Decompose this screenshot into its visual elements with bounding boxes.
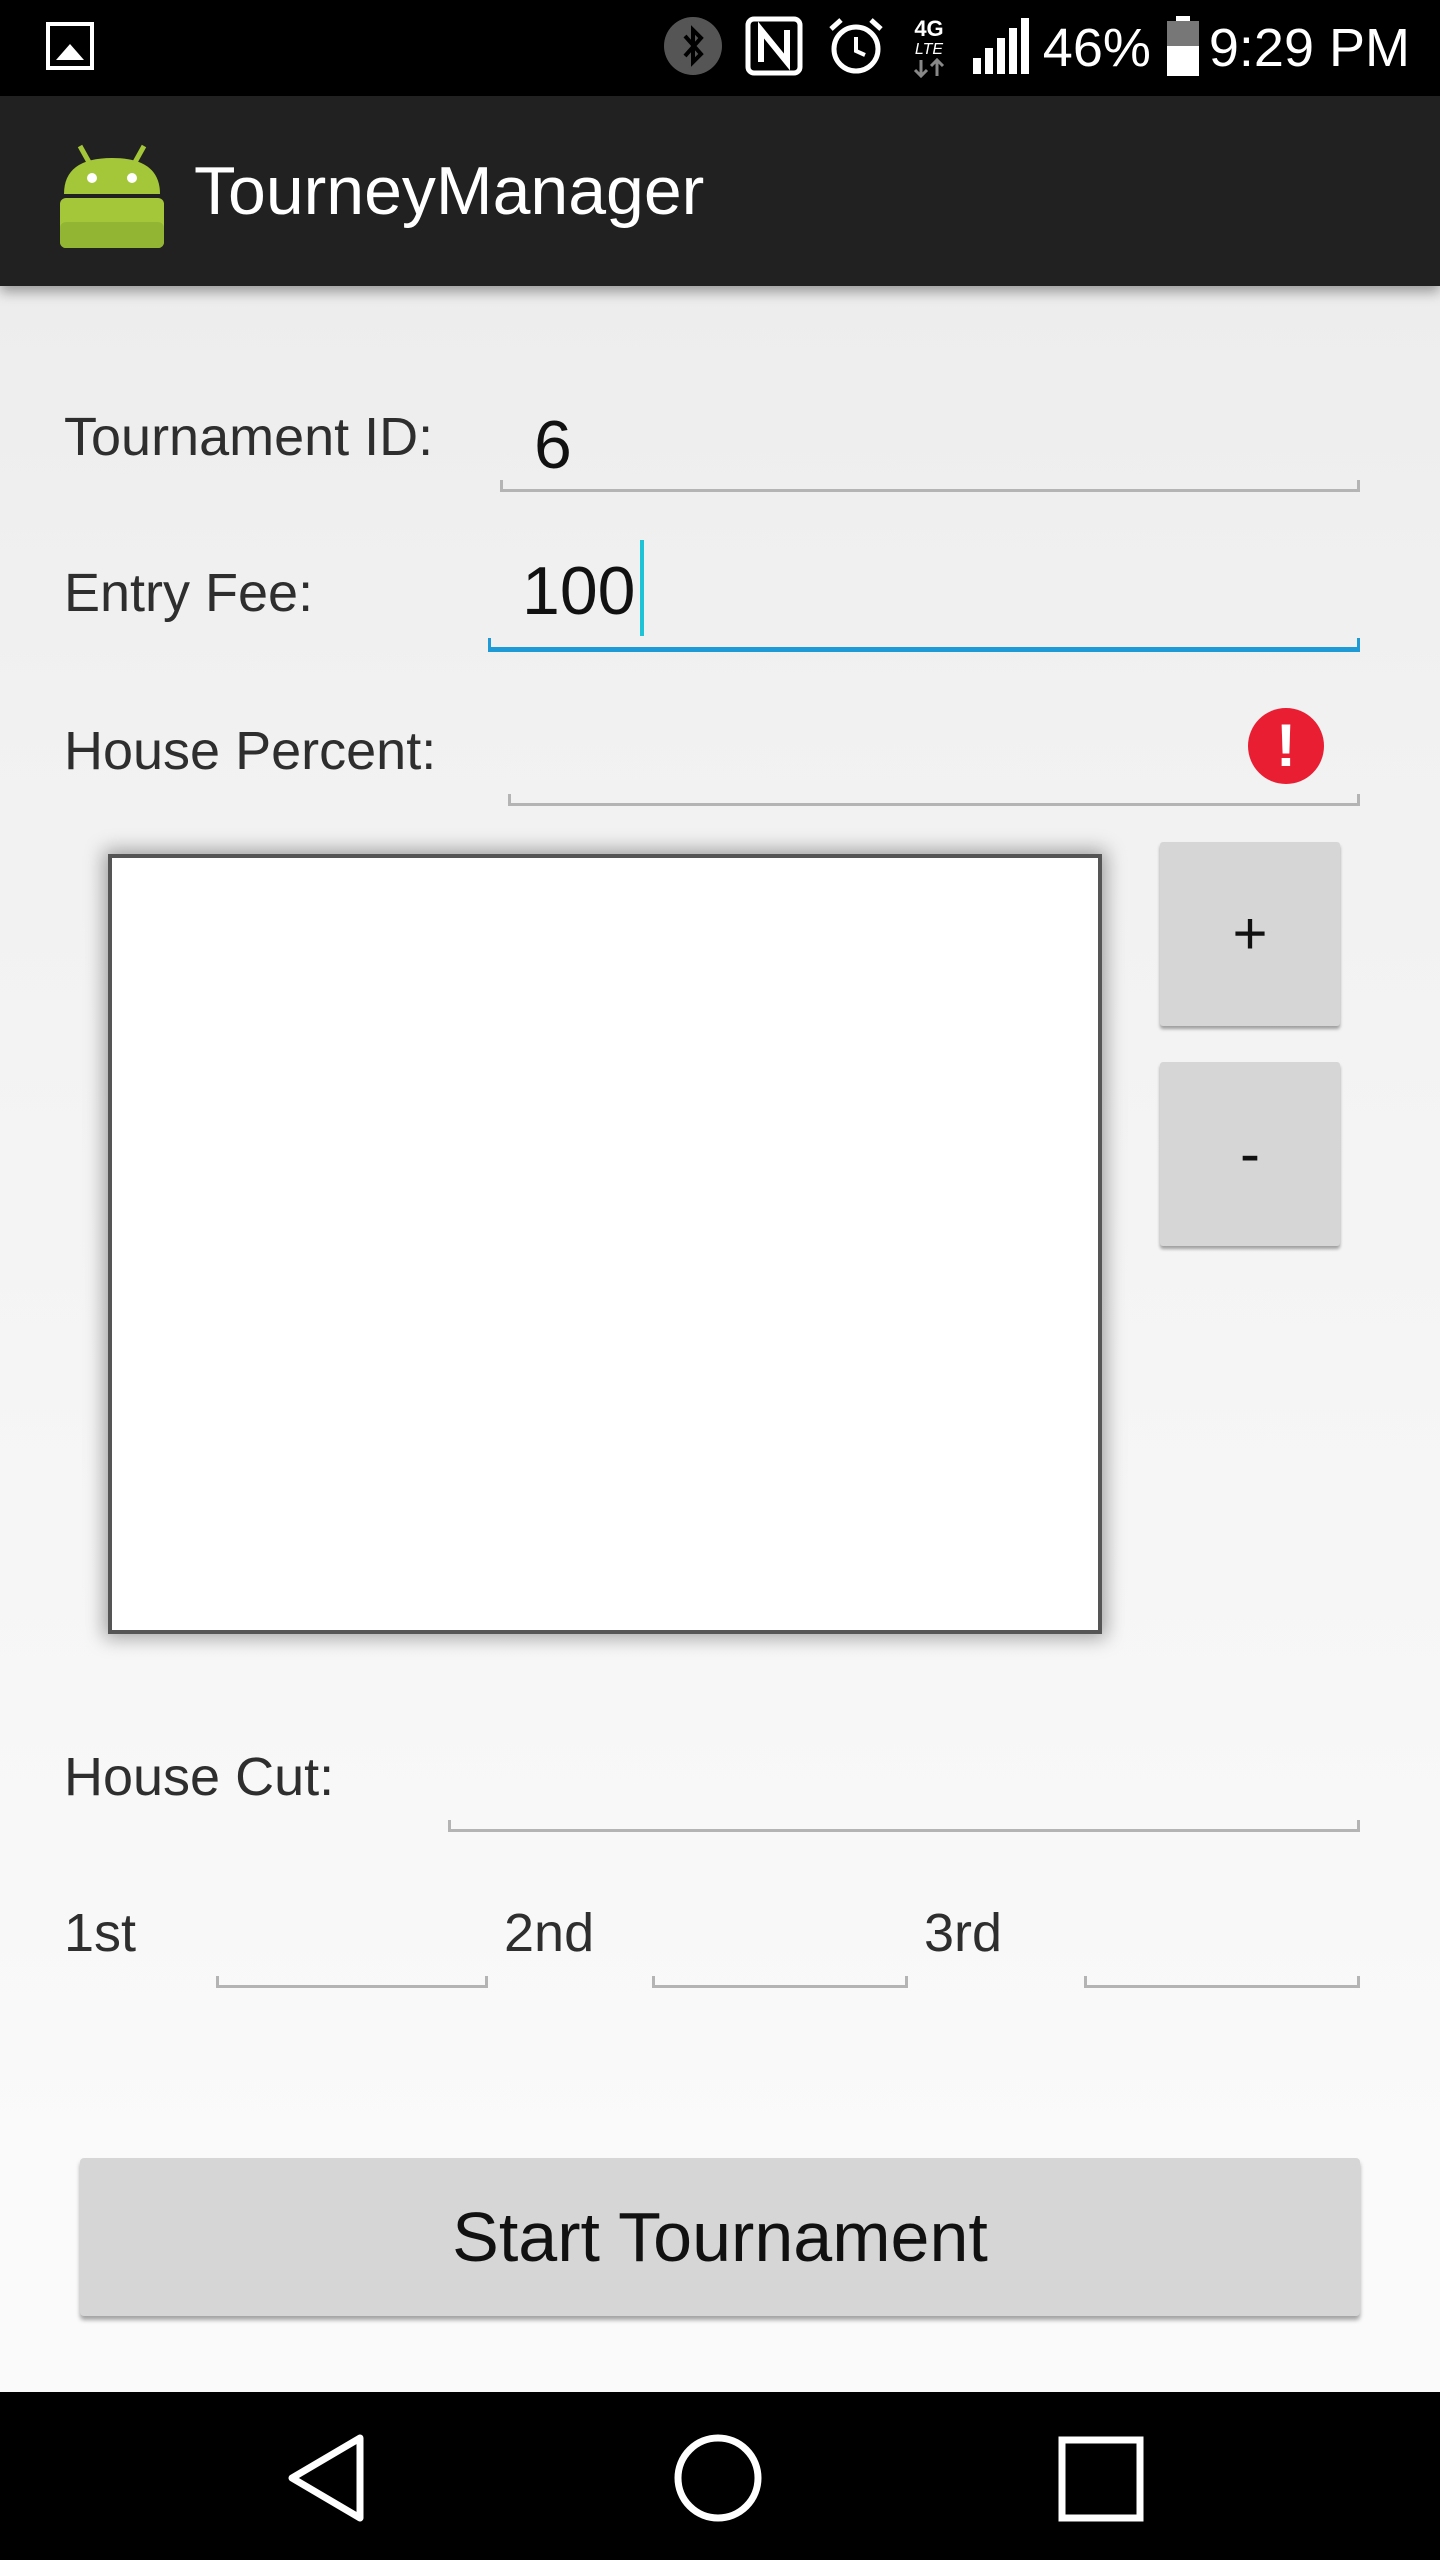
remove-button[interactable]: - xyxy=(1160,1062,1340,1246)
second-place-input[interactable] xyxy=(652,1892,908,1988)
entry-fee-input[interactable]: 100 xyxy=(488,540,1360,652)
tournament-id-input[interactable]: 6 xyxy=(500,400,1360,492)
navigation-bar xyxy=(0,2392,1440,2560)
entry-fee-value: 100 xyxy=(522,553,636,629)
status-bar: 4G LTE 46% 9:29 PM xyxy=(0,0,1440,96)
home-icon[interactable] xyxy=(670,2430,766,2531)
add-button[interactable]: + xyxy=(1160,842,1340,1026)
start-tournament-button[interactable]: Start Tournament xyxy=(80,2158,1360,2316)
second-place-label: 2nd xyxy=(504,1903,595,1963)
svg-text:4G: 4G xyxy=(914,16,943,41)
status-icons: 4G LTE 46% 9:29 PM xyxy=(641,14,1410,82)
house-percent-label: House Percent: xyxy=(64,721,437,781)
bluetooth-icon xyxy=(663,16,723,81)
recents-icon[interactable] xyxy=(1054,2432,1150,2533)
nfc-icon xyxy=(745,16,803,81)
house-cut-label: House Cut: xyxy=(64,1747,335,1807)
battery-icon xyxy=(1165,15,1201,81)
gallery-icon xyxy=(46,22,94,70)
alarm-icon xyxy=(825,15,887,82)
first-place-input[interactable] xyxy=(216,1892,488,1988)
text-cursor xyxy=(640,540,644,636)
back-icon[interactable] xyxy=(280,2430,376,2531)
house-percent-input[interactable]: ! xyxy=(508,690,1360,806)
svg-text:LTE: LTE xyxy=(915,41,943,58)
entry-fee-label: Entry Fee: xyxy=(64,563,314,623)
house-cut-input[interactable] xyxy=(448,1736,1360,1832)
battery-percent: 46% xyxy=(1042,18,1151,78)
clock: 9:29 PM xyxy=(1208,18,1410,78)
tournament-id-value: 6 xyxy=(534,407,572,483)
android-icon xyxy=(56,138,168,250)
first-place-label: 1st xyxy=(64,1903,137,1963)
third-place-input[interactable] xyxy=(1084,1892,1360,1988)
player-list[interactable] xyxy=(108,854,1102,1634)
error-icon[interactable]: ! xyxy=(1248,708,1324,784)
third-place-label: 3rd xyxy=(924,1903,1003,1963)
tournament-id-label: Tournament ID: xyxy=(64,407,434,467)
app-bar: TourneyManager xyxy=(0,96,1440,286)
signal-icon xyxy=(971,17,1029,79)
network-4g-icon: 4G LTE xyxy=(909,14,949,83)
app-title: TourneyManager xyxy=(194,153,705,229)
